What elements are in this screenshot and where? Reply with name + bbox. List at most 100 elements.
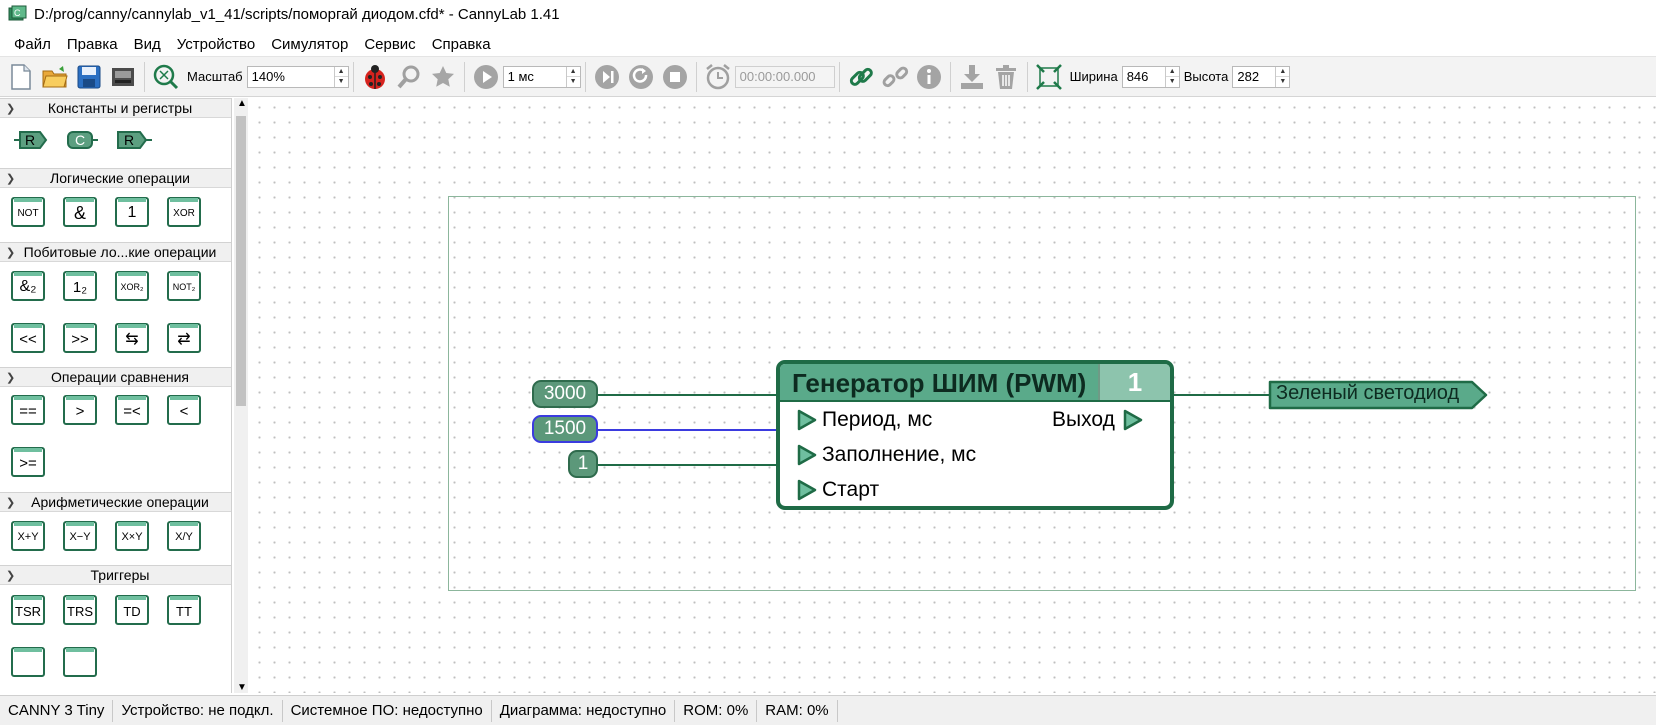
block-shift-right[interactable]: >> [62, 320, 98, 356]
section-constants-header[interactable]: ❯ Константы и регистры [0, 98, 231, 118]
timer-button[interactable] [703, 61, 733, 93]
download-tray-icon [960, 64, 983, 89]
constant-start[interactable]: 1 [568, 450, 598, 478]
scroll-down-arrow-icon[interactable]: ▼ [237, 682, 247, 693]
block-td[interactable]: TD [114, 592, 150, 628]
block-bitwise-not[interactable]: NOT₂ [166, 268, 202, 304]
zoom-spinbox[interactable]: 140% ▲ ▼ [246, 65, 349, 88]
block-multiply[interactable]: X×Y [114, 518, 150, 554]
debug-button[interactable] [360, 61, 390, 93]
wire-start[interactable] [598, 464, 780, 466]
toolbar-separator [1026, 61, 1028, 92]
block-partial[interactable] [62, 644, 98, 680]
block-not[interactable]: NOT [10, 194, 46, 230]
block-tsr[interactable]: TSR [10, 592, 46, 628]
constant-period[interactable]: 3000 [532, 380, 598, 408]
block-greater[interactable]: > [62, 392, 98, 428]
find-button[interactable] [394, 61, 424, 93]
block-rotate-left[interactable]: ⇆ [114, 320, 150, 356]
zoom-spin-arrows[interactable]: ▲ ▼ [333, 66, 348, 87]
block-bitwise-xor[interactable]: XOR₂ [114, 268, 150, 304]
block-register-out[interactable]: R [116, 122, 152, 158]
download-button[interactable] [957, 61, 987, 93]
toolbar-separator [695, 61, 697, 92]
reset-button[interactable] [626, 61, 656, 93]
wire-fill[interactable] [598, 429, 780, 431]
delete-button[interactable] [991, 61, 1021, 93]
input-port-icon[interactable] [796, 409, 818, 431]
block-register-in[interactable]: R [12, 122, 48, 158]
constant-fill[interactable]: 1500 [532, 415, 598, 443]
step-button[interactable] [592, 61, 622, 93]
svg-text:C: C [14, 8, 21, 18]
menu-edit[interactable]: Правка [59, 36, 126, 53]
open-file-button[interactable] [40, 61, 70, 93]
menu-help[interactable]: Справка [424, 36, 499, 53]
run-button[interactable] [471, 61, 501, 93]
save-button[interactable] [74, 61, 104, 93]
info-button[interactable] [914, 61, 944, 93]
section-comparison-header[interactable]: ❯ Операции сравнения [0, 367, 231, 387]
block-add[interactable]: X+Y [10, 518, 46, 554]
favorite-button[interactable] [428, 61, 458, 93]
section-logic-header[interactable]: ❯ Логические операции [0, 168, 231, 188]
block-less[interactable]: < [166, 392, 202, 428]
menu-simulator[interactable]: Симулятор [263, 36, 356, 53]
stop-button[interactable] [660, 61, 690, 93]
chevron-down-icon: ❯ [6, 103, 16, 115]
block-shift-left[interactable]: << [10, 320, 46, 356]
width-spinbox[interactable]: 846 ▲ ▼ [1121, 65, 1180, 88]
pwm-generator-block[interactable]: Генератор ШИМ (PWM) 1 Период, мс Заполне… [776, 360, 1174, 510]
block-divide[interactable]: X/Y [166, 518, 202, 554]
block-subtract[interactable]: X−Y [62, 518, 98, 554]
menu-device[interactable]: Устройство [169, 36, 263, 53]
block-equal[interactable]: == [10, 392, 46, 428]
new-file-button[interactable] [6, 61, 36, 93]
zoom-fit-button[interactable] [151, 61, 181, 93]
block-tt[interactable]: TT [166, 592, 202, 628]
height-value: 282 [1237, 68, 1260, 84]
block-and[interactable]: & [62, 194, 98, 230]
height-spinbox[interactable]: 282 ▲ ▼ [1232, 65, 1291, 88]
block-less-equal[interactable]: =< [114, 392, 150, 428]
width-spin-arrows[interactable]: ▲ ▼ [1164, 66, 1179, 87]
block-partial[interactable] [10, 644, 46, 680]
input-port-icon[interactable] [796, 479, 818, 501]
toolbar-separator [949, 61, 951, 92]
scroll-up-arrow-icon[interactable]: ▲ [237, 98, 247, 109]
output-port-icon[interactable] [1122, 409, 1144, 431]
block-label: XOR₂ [120, 282, 144, 292]
step-spinbox[interactable]: 1 мс ▲ ▼ [502, 65, 581, 88]
section-bitwise-header[interactable]: ❯ Побитовые ло...кие операции [0, 242, 231, 262]
connect-button[interactable] [846, 61, 876, 93]
block-or[interactable]: 1 [114, 194, 150, 230]
step-forward-icon [594, 64, 619, 89]
block-greater-equal[interactable]: >= [10, 444, 46, 480]
section-arithmetic-header[interactable]: ❯ Арифметические операции [0, 492, 231, 512]
block-rotate-right[interactable]: ⇄ [166, 320, 202, 356]
section-triggers-header[interactable]: ❯ Триггеры [0, 565, 231, 585]
block-label: TSR [15, 603, 41, 619]
step-spin-arrows[interactable]: ▲ ▼ [565, 66, 580, 87]
menu-file[interactable]: Файл [6, 36, 59, 53]
block-xor[interactable]: XOR [166, 194, 202, 230]
block-bitwise-or[interactable]: 1₂ [62, 268, 98, 304]
menu-view[interactable]: Вид [126, 36, 169, 53]
sidebar-scrollbar[interactable]: ▲ ▼ [234, 98, 248, 693]
export-button[interactable] [108, 61, 138, 93]
wire-output[interactable] [1172, 394, 1270, 396]
block-bitwise-and[interactable]: &₂ [10, 268, 46, 304]
status-rom: ROM: 0% [675, 699, 758, 722]
wire-period[interactable] [598, 394, 780, 396]
menu-service[interactable]: Сервис [356, 36, 423, 53]
disconnect-button[interactable] [880, 61, 910, 93]
input-port-icon[interactable] [796, 444, 818, 466]
fit-diagram-button[interactable] [1034, 61, 1064, 93]
block-label: C [75, 132, 85, 148]
block-constant[interactable]: C [64, 122, 100, 158]
height-spin-arrows[interactable]: ▲ ▼ [1275, 66, 1290, 87]
scrollbar-thumb[interactable] [236, 116, 246, 406]
diagram-canvas[interactable]: 3000 1500 1 Генератор ШИМ (PWM) 1 Период… [250, 98, 1656, 693]
block-label: X−Y [69, 531, 91, 543]
block-trs[interactable]: TRS [62, 592, 98, 628]
